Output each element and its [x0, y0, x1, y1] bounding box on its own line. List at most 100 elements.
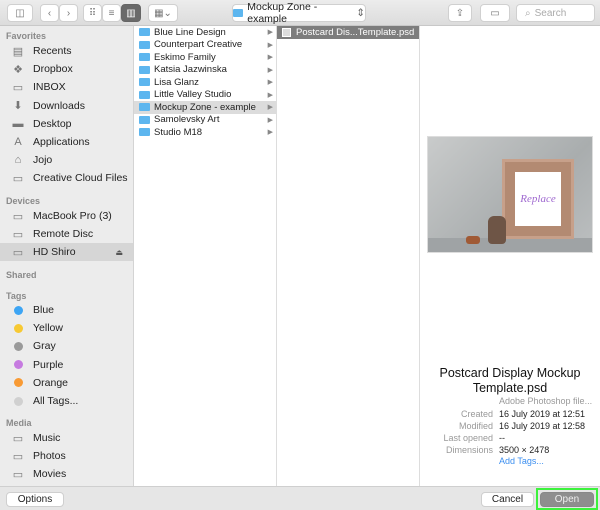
sidebar-item[interactable]: Blue	[0, 301, 133, 319]
sidebar-item[interactable]: ▭ INBOX	[0, 78, 133, 96]
sidebar-item[interactable]: ▬ Desktop	[0, 115, 133, 133]
section-header: Tags	[6, 291, 27, 301]
meta-value: 16 July 2019 at 12:51	[499, 409, 586, 419]
path-popup[interactable]: Mockup Zone - example ⇕	[232, 1, 366, 25]
add-tags-link[interactable]: Add Tags...	[499, 456, 544, 466]
music-icon: ▭	[12, 432, 24, 445]
column-view-button[interactable]: ▥	[121, 4, 141, 22]
movies-icon: ▭	[12, 468, 24, 481]
group-by-button[interactable]: ▦⌄	[148, 4, 178, 22]
sidebar-item[interactable]: ⬇ Downloads	[0, 97, 133, 115]
disclosure-arrow-icon: ▶	[267, 54, 273, 62]
sidebar-item[interactable]: Gray	[0, 337, 133, 355]
folder-name: Samolevsky Art	[154, 114, 220, 126]
disclosure-arrow-icon: ▶	[267, 41, 273, 49]
sidebar-item[interactable]: ▭ Remote Disc	[0, 225, 133, 243]
toolbar: ◫ ‹ › ⠿ ≡ ▥ ▦⌄ Mockup Zone - example ⇕ ⇪ …	[0, 0, 600, 26]
list-view-button[interactable]: ≡	[102, 4, 121, 22]
sidebar-item[interactable]: ❖ Dropbox	[0, 60, 133, 78]
back-button[interactable]: ‹	[40, 4, 59, 22]
sidebar-item-label: Dropbox	[33, 63, 73, 76]
open-button[interactable]: Open	[540, 492, 594, 507]
tag-color-icon	[14, 341, 23, 351]
options-button[interactable]: Options	[6, 492, 64, 507]
disclosure-arrow-icon: ▶	[267, 79, 273, 87]
psd-file-icon	[282, 27, 291, 37]
folder-row[interactable]: Katsia Jazwinska ▶	[134, 64, 276, 77]
sidebar-item-label: Photos	[33, 450, 66, 463]
folder-row[interactable]: Samolevsky Art ▶	[134, 114, 276, 127]
desktop-icon: ▬	[12, 117, 24, 130]
sidebar-item[interactable]: ⌂ Jojo	[0, 151, 133, 169]
folder-row[interactable]: Eskimo Family ▶	[134, 51, 276, 64]
folder-icon	[139, 115, 150, 124]
tag-color-icon	[14, 360, 23, 370]
folder-row[interactable]: Mockup Zone - example ▶	[134, 101, 276, 114]
folder-icon	[139, 53, 150, 62]
folder-row[interactable]: Blue Line Design ▶	[134, 26, 276, 39]
folder-name: Katsia Jazwinska	[154, 64, 227, 76]
sidebar-item[interactable]: ▭ MacBook Pro (3)	[0, 207, 133, 225]
folder-row[interactable]: Lisa Glanz ▶	[134, 76, 276, 89]
disclosure-arrow-icon: ▶	[267, 104, 273, 112]
folder-name: Counterpart Creative	[154, 39, 243, 51]
sidebar-item-label: Yellow	[33, 322, 63, 335]
file-name-line2: Template.psd	[472, 381, 548, 395]
folder-name: Little Valley Studio	[154, 89, 232, 101]
share-button[interactable]: ⇪	[448, 4, 472, 22]
folder-row[interactable]: Little Valley Studio ▶	[134, 89, 276, 102]
file-row[interactable]: Postcard Dis...Template.psd	[277, 26, 419, 39]
sidebar-item[interactable]: Orange	[0, 374, 133, 392]
sidebar-item-label: Movies	[33, 468, 67, 481]
meta-label: Modified	[458, 421, 493, 431]
sidebar-item-label: Applications	[33, 136, 90, 148]
folder-icon	[139, 28, 150, 37]
chevron-updown-icon: ⇕	[356, 7, 365, 19]
sidebar-item[interactable]: All Tags...	[0, 392, 133, 410]
section-header: Shared	[6, 270, 37, 280]
column-1: Blue Line Design ▶ Counterpart Creative ▶ Es…	[134, 26, 277, 486]
folder-icon	[139, 128, 150, 137]
folder-row[interactable]: Studio M18 ▶	[134, 126, 276, 139]
eject-icon[interactable]: ⏏	[115, 248, 123, 257]
sidebar-item-label: Downloads	[33, 99, 85, 112]
column-2: Postcard Dis...Template.psd	[277, 26, 420, 486]
file-kind: Adobe Photoshop file...	[499, 396, 593, 406]
icon-view-button[interactable]: ⠿	[83, 4, 102, 22]
tags-button[interactable]: ▭	[480, 4, 510, 22]
sidebar-item[interactable]: ▭ HD Shiro ⏏	[0, 243, 133, 262]
sidebar-item[interactable]: ▭ Creative Cloud Files	[0, 169, 133, 187]
preview-image: Replace	[427, 136, 593, 253]
folder-name: Blue Line Design	[154, 26, 226, 38]
search-icon: ⌕	[525, 7, 531, 19]
sidebar-toggle-button[interactable]: ◫	[7, 4, 33, 22]
sidebar-item[interactable]: Purple	[0, 356, 133, 374]
sidebar-item-label: INBOX	[33, 81, 66, 94]
forward-button[interactable]: ›	[59, 4, 78, 22]
disc-icon: ▭	[12, 228, 24, 241]
section-header: Devices	[6, 196, 41, 206]
laptop-icon: ▭	[12, 210, 24, 223]
folder-name: Studio M18	[154, 126, 203, 138]
meta-label: Created	[460, 409, 493, 419]
folder-name: Lisa Glanz	[154, 76, 199, 88]
sidebar-item[interactable]: A Applications	[0, 133, 133, 151]
sidebar-item[interactable]: ▭ Music	[0, 429, 133, 447]
disclosure-arrow-icon: ▶	[267, 116, 273, 124]
disclosure-arrow-icon: ▶	[267, 91, 273, 99]
tag-color-icon	[14, 323, 23, 333]
folder-row[interactable]: Counterpart Creative ▶	[134, 39, 276, 52]
search-input[interactable]: ⌕ Search	[516, 4, 595, 22]
preview-pane: Replace Postcard Display Mockup Template…	[420, 26, 600, 486]
sidebar-item[interactable]: ▤ Recents	[0, 42, 133, 60]
sidebar-item[interactable]: ▭ Photos	[0, 447, 133, 465]
sidebar-item[interactable]: ▭ Movies	[0, 465, 133, 483]
sidebar-item[interactable]: Yellow	[0, 319, 133, 337]
drive-icon: ▭	[12, 246, 24, 259]
bottom-bar: Options Cancel Open	[0, 486, 600, 510]
sidebar-item-label: MacBook Pro (3)	[33, 210, 112, 222]
meta-value: --	[499, 433, 505, 443]
recents-icon: ▤	[12, 45, 24, 58]
folder-icon	[139, 40, 150, 49]
cancel-button[interactable]: Cancel	[481, 492, 534, 507]
